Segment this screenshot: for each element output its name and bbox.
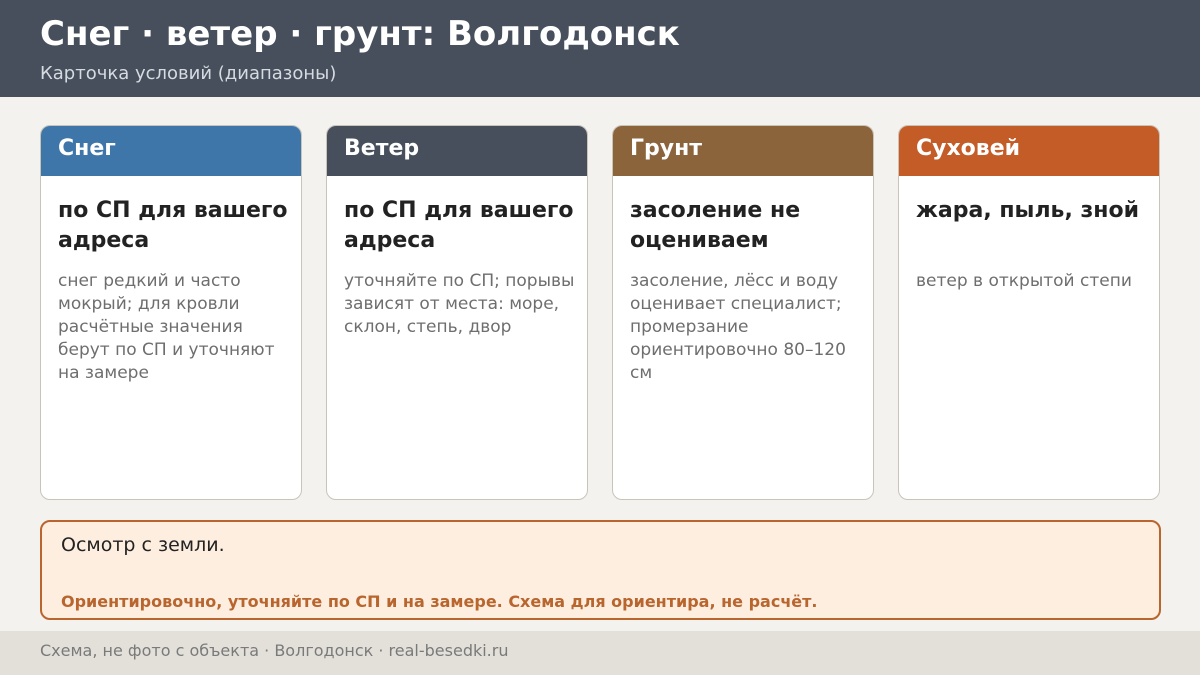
card-wind-description: уточняйте по СП; порывы зависят от места… <box>344 271 575 337</box>
card-snow-description: снег редкий и часто мокрый; для кровли р… <box>58 271 275 383</box>
disclaimer-text: Ориентировочно, уточняйте по СП и на зам… <box>61 592 818 611</box>
card-wind: Ветер по СП для вашего адреса уточняйте … <box>326 125 588 500</box>
card-wind-header: Ветер <box>327 126 587 176</box>
note-text: Осмотр с земли. <box>61 534 225 556</box>
card-wind-value: по СП для вашего адреса <box>344 198 574 253</box>
card-soil-description: засоление, лёсс и воду оценивает специал… <box>630 271 846 383</box>
card-dry-wind-value: жара, пыль, зной <box>916 198 1139 223</box>
card-soil-header: Грунт <box>613 126 873 176</box>
card-soil: Грунт засоление не оцениваем засоление, … <box>612 125 874 500</box>
note-box: Осмотр с земли. Ориентировочно, уточняйт… <box>40 520 1161 620</box>
footer: Схема, не фото с объекта · Волгодонск · … <box>0 631 1200 675</box>
card-snow-header: Снег <box>41 126 301 176</box>
header: Снег · ветер · грунт: Волгодонск Карточк… <box>0 0 1200 97</box>
card-soil-value: засоление не оцениваем <box>630 198 801 253</box>
page-title: Снег · ветер · грунт: Волгодонск <box>40 14 680 54</box>
card-dry-wind-header: Суховей <box>899 126 1159 176</box>
card-snow: Снег по СП для вашего адреса снег редкий… <box>40 125 302 500</box>
card-dry-wind-description: ветер в открытой степи <box>916 271 1132 291</box>
card-dry-wind: Суховей жара, пыль, зной ветер в открыто… <box>898 125 1160 500</box>
card-snow-value: по СП для вашего адреса <box>58 198 288 253</box>
footer-text: Схема, не фото с объекта · Волгодонск · … <box>40 641 509 660</box>
page-subtitle: Карточка условий (диапазоны) <box>40 63 337 84</box>
